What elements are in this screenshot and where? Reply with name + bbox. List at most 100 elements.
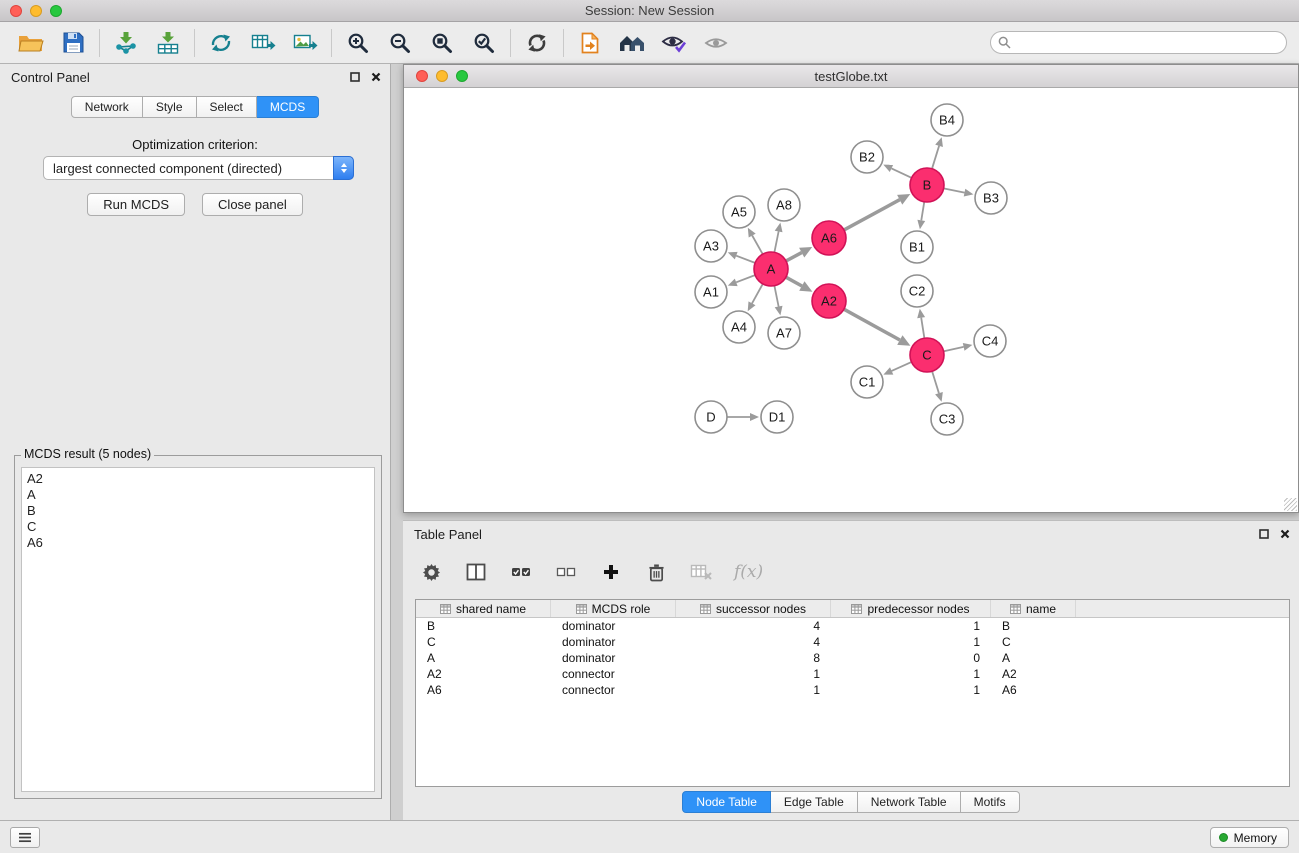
- table-cell[interactable]: C: [991, 635, 1076, 649]
- tab-node-table[interactable]: Node Table: [682, 791, 771, 813]
- graph-edge-B-B4[interactable]: [931, 146, 939, 171]
- eye-check-button[interactable]: [653, 25, 695, 61]
- graph-node-D[interactable]: D: [695, 401, 727, 433]
- search-input[interactable]: [990, 31, 1287, 54]
- mcds-result-item[interactable]: C: [27, 519, 369, 535]
- table-cell[interactable]: 4: [676, 635, 831, 649]
- column-header-name[interactable]: name: [991, 600, 1076, 617]
- graph-node-C2[interactable]: C2: [901, 275, 933, 307]
- optimization-criterion-select[interactable]: largest connected component (directed): [43, 156, 354, 180]
- eye-button[interactable]: [695, 25, 737, 61]
- network-maximize-button[interactable]: [456, 70, 468, 82]
- tab-style[interactable]: Style: [143, 96, 197, 118]
- table-cell[interactable]: A6: [416, 683, 551, 697]
- float-table-panel-button[interactable]: [1259, 529, 1269, 539]
- zoom-out-button[interactable]: [379, 25, 421, 61]
- graph-node-A1[interactable]: A1: [695, 276, 727, 308]
- tab-edge-table[interactable]: Edge Table: [771, 791, 858, 813]
- table-settings-button[interactable]: [419, 559, 443, 585]
- close-window-button[interactable]: [10, 5, 22, 17]
- graph-edge-A-A2[interactable]: [784, 276, 802, 286]
- memory-button[interactable]: Memory: [1210, 827, 1289, 848]
- graph-edge-C-C4[interactable]: [942, 347, 964, 352]
- graph-node-B[interactable]: B: [910, 168, 944, 202]
- graph-node-D1[interactable]: D1: [761, 401, 793, 433]
- show-panel-list-button[interactable]: [10, 827, 40, 848]
- network-canvas[interactable]: AA1A2A3A4A5A6A7A8BB1B2B3B4CC1C2C3C4DD1: [404, 88, 1298, 512]
- table-cell[interactable]: 1: [831, 619, 991, 633]
- table-cell[interactable]: dominator: [551, 619, 676, 633]
- table-cell[interactable]: 1: [676, 667, 831, 681]
- table-cell[interactable]: B: [416, 619, 551, 633]
- import-table-button[interactable]: [147, 25, 189, 61]
- tab-mcds[interactable]: MCDS: [257, 96, 319, 118]
- function-builder-button[interactable]: f(x): [734, 559, 763, 585]
- graph-node-C1[interactable]: C1: [851, 366, 883, 398]
- deselect-all-button[interactable]: [554, 559, 578, 585]
- select-all-button[interactable]: [509, 559, 533, 585]
- graph-edge-A-A6[interactable]: [784, 253, 802, 262]
- table-cell[interactable]: A6: [991, 683, 1076, 697]
- graph-node-A8[interactable]: A8: [768, 189, 800, 221]
- import-network-button[interactable]: [105, 25, 147, 61]
- network-minimize-button[interactable]: [436, 70, 448, 82]
- table-row[interactable]: Adominator80A: [416, 650, 1289, 666]
- table-cell[interactable]: connector: [551, 683, 676, 697]
- graph-edge-C-C2[interactable]: [921, 318, 925, 341]
- graph-node-B2[interactable]: B2: [851, 141, 883, 173]
- table-cell[interactable]: A2: [416, 667, 551, 681]
- delete-column-button[interactable]: [644, 559, 668, 585]
- tab-select[interactable]: Select: [197, 96, 257, 118]
- tab-network-table[interactable]: Network Table: [858, 791, 961, 813]
- graph-node-C3[interactable]: C3: [931, 403, 963, 435]
- column-header-shared-name[interactable]: shared name: [416, 600, 551, 617]
- graph-edge-A-A4[interactable]: [752, 282, 764, 303]
- table-cell[interactable]: 4: [676, 619, 831, 633]
- graph-node-B1[interactable]: B1: [901, 231, 933, 263]
- table-row[interactable]: Cdominator41C: [416, 634, 1289, 650]
- show-columns-button[interactable]: [464, 559, 488, 585]
- graph-edge-C-C1[interactable]: [892, 361, 914, 371]
- home-button[interactable]: [611, 25, 653, 61]
- export-image-button[interactable]: [284, 25, 326, 61]
- table-cell[interactable]: 0: [831, 651, 991, 665]
- table-cell[interactable]: 1: [831, 683, 991, 697]
- add-column-button[interactable]: [599, 559, 623, 585]
- table-cell[interactable]: C: [416, 635, 551, 649]
- float-panel-button[interactable]: [350, 72, 360, 82]
- table-cell[interactable]: A: [991, 651, 1076, 665]
- tab-network[interactable]: Network: [71, 96, 143, 118]
- table-cell[interactable]: 1: [831, 635, 991, 649]
- document-arrow-button[interactable]: [569, 25, 611, 61]
- graph-edge-B-B3[interactable]: [942, 188, 965, 193]
- graph-edge-A-A1[interactable]: [736, 274, 757, 282]
- table-cell[interactable]: A: [416, 651, 551, 665]
- table-cell[interactable]: connector: [551, 667, 676, 681]
- graph-node-A4[interactable]: A4: [723, 311, 755, 343]
- graph-node-B4[interactable]: B4: [931, 104, 963, 136]
- graph-edge-B-B1[interactable]: [921, 200, 924, 221]
- window-resize-grip[interactable]: [1284, 498, 1297, 511]
- fullscreen-window-button[interactable]: [50, 5, 62, 17]
- tab-motifs[interactable]: Motifs: [961, 791, 1020, 813]
- open-file-button[interactable]: [10, 25, 52, 61]
- table-cell[interactable]: A2: [991, 667, 1076, 681]
- graph-node-A3[interactable]: A3: [695, 230, 727, 262]
- delete-table-button[interactable]: [689, 559, 713, 585]
- zoom-fit-button[interactable]: [421, 25, 463, 61]
- graph-edge-B-B2[interactable]: [892, 168, 914, 178]
- export-network-button[interactable]: [200, 25, 242, 61]
- graph-edge-A-A5[interactable]: [752, 236, 764, 256]
- graph-edge-A-A8[interactable]: [774, 232, 779, 255]
- column-header-successor-nodes[interactable]: successor nodes: [676, 600, 831, 617]
- table-cell[interactable]: 8: [676, 651, 831, 665]
- table-cell[interactable]: B: [991, 619, 1076, 633]
- graph-node-A7[interactable]: A7: [768, 317, 800, 349]
- graph-edge-A-A7[interactable]: [774, 284, 779, 307]
- mcds-result-item[interactable]: B: [27, 503, 369, 519]
- table-cell[interactable]: dominator: [551, 651, 676, 665]
- table-row[interactable]: Bdominator41B: [416, 618, 1289, 634]
- zoom-in-button[interactable]: [337, 25, 379, 61]
- graph-node-A[interactable]: A: [754, 252, 788, 286]
- network-close-button[interactable]: [416, 70, 428, 82]
